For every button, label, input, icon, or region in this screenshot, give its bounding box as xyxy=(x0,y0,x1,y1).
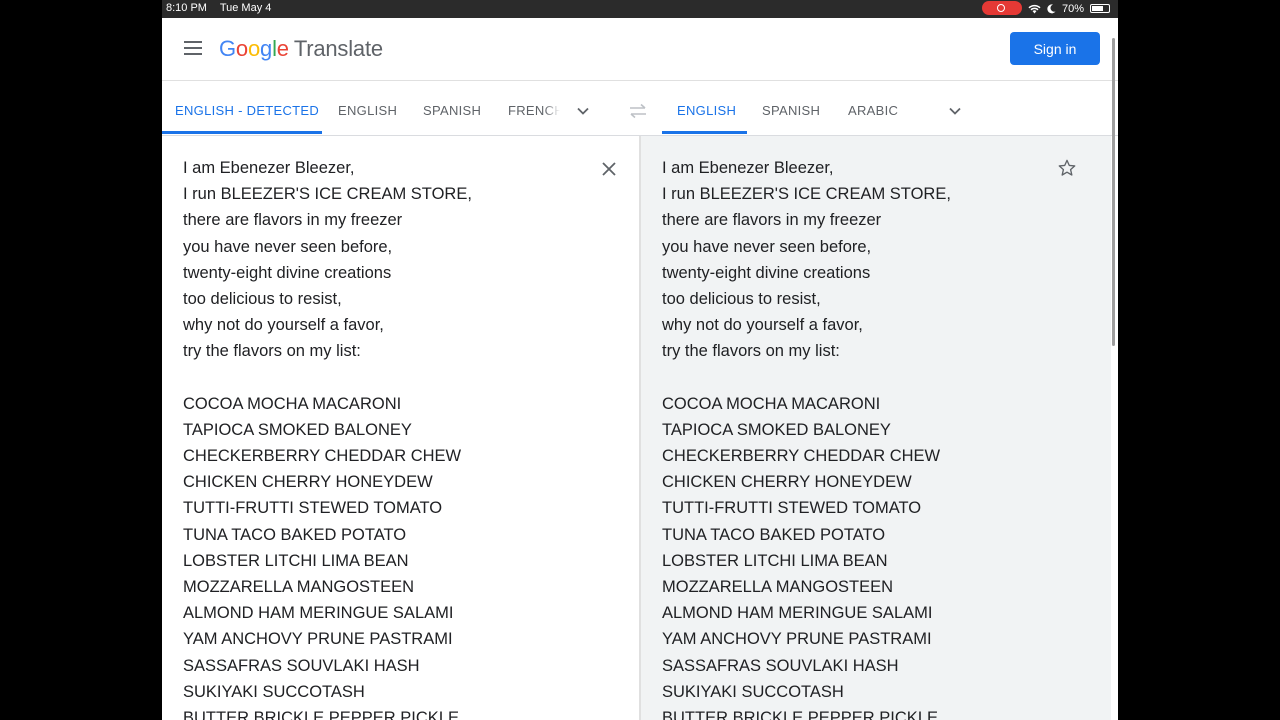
source-text-line: LOBSTER LITCHI LIMA BEAN xyxy=(183,551,409,570)
translated-text-line: TUTTI-FRUTTI STEWED TOMATO xyxy=(662,499,922,518)
status-right: 70% xyxy=(981,1,1110,15)
translated-text: I am Ebenezer Bleezer, I run BLEEZER'S IC… xyxy=(662,155,951,720)
source-text-line: SUKIYAKI SUCCOTASH xyxy=(183,682,365,701)
translated-text-line: BUTTER BRICKLE PEPPER PICKLE xyxy=(662,708,938,720)
source-lang-tab-spanish[interactable]: SPANISH xyxy=(423,89,481,133)
battery-icon xyxy=(1090,4,1110,13)
status-date: Tue May 4 xyxy=(219,2,272,14)
source-text-line: try the flavors on my list: xyxy=(183,342,361,361)
translated-text-line: CHECKERBERRY CHEDDAR CHEW xyxy=(662,447,941,466)
logo-letter: e xyxy=(276,36,289,61)
logo-letter: o xyxy=(247,36,261,61)
status-left: 8:10 PM Tue May 4 xyxy=(166,2,281,14)
source-lang-tab-detected[interactable]: ENGLISH - DETECTED xyxy=(175,89,319,133)
source-lang-tab-english[interactable]: ENGLISH xyxy=(338,89,397,133)
translated-text-line: LOBSTER LITCHI LIMA BEAN xyxy=(662,551,888,570)
screen-record-icon xyxy=(981,1,1022,15)
status-time: 8:10 PM xyxy=(166,2,207,14)
source-text-line: TAPIOCA SMOKED BALONEY xyxy=(183,420,412,439)
translated-text-line: try the flavors on my list: xyxy=(662,342,840,361)
source-text-line: BUTTER BRICKLE PEPPER PICKLE xyxy=(183,708,459,720)
source-lang-tab-french[interactable]: FRENCH xyxy=(508,89,560,133)
translated-text-line: ALMOND HAM MERINGUE SALAMI xyxy=(662,604,933,623)
moon-icon xyxy=(1047,3,1056,13)
source-text-line: you have never seen before, xyxy=(183,237,393,256)
source-text-line: twenty-eight divine creations xyxy=(183,263,392,282)
translate-app: Google Translate Sign in ENGLISH - DETECT… xyxy=(162,18,1118,720)
page-scrollbar[interactable] xyxy=(1112,38,1115,346)
battery-percent: 70% xyxy=(1061,2,1084,15)
source-text-line: TUNA TACO BAKED POTATO xyxy=(183,525,407,544)
hamburger-menu-icon[interactable] xyxy=(184,41,202,55)
logo-letter: g xyxy=(260,36,273,61)
source-text-line: why not do yourself a favor, xyxy=(183,316,384,335)
translated-text-line: COCOA MOCHA MACARONI xyxy=(662,394,881,413)
target-more-languages-chevron-down-icon[interactable] xyxy=(948,104,962,118)
source-text-line: CHICKEN CHERRY HONEYDEW xyxy=(183,473,433,492)
translated-text-line: TUNA TACO BAKED POTATO xyxy=(662,525,886,544)
source-text-line: too delicious to resist, xyxy=(183,289,342,308)
target-lang-tab-arabic[interactable]: ARABIC xyxy=(848,89,898,133)
source-more-languages-chevron-down-icon[interactable] xyxy=(576,104,590,118)
translated-text-line: SUKIYAKI SUCCOTASH xyxy=(662,682,844,701)
source-text-line: CHECKERBERRY CHEDDAR CHEW xyxy=(183,447,462,466)
translated-text-line: twenty-eight divine creations xyxy=(662,263,871,282)
source-tab-indicator xyxy=(162,131,322,134)
translated-text-line: CHICKEN CHERRY HONEYDEW xyxy=(662,473,912,492)
status-bar: 8:10 PM Tue May 4 70% xyxy=(162,0,1118,18)
source-text-area[interactable]: I am Ebenezer Bleezer, I run BLEEZER'S IC… xyxy=(162,136,639,720)
translated-text-line: SASSAFRAS SOUVLAKI HASH xyxy=(662,656,899,675)
source-text-line: MOZZARELLA MANGOSTEEN xyxy=(183,578,415,596)
product-name: Translate xyxy=(293,36,383,61)
swap-languages-icon[interactable] xyxy=(628,103,648,119)
translated-text-line: MOZZARELLA MANGOSTEEN xyxy=(662,578,894,596)
source-text-line: SASSAFRAS SOUVLAKI HASH xyxy=(183,656,420,675)
source-text-line: TUTTI-FRUTTI STEWED TOMATO xyxy=(183,499,443,518)
translated-text-line: too delicious to resist, xyxy=(662,289,821,308)
target-lang-tab-english[interactable]: ENGLISH xyxy=(677,89,736,133)
translation-output-area: I am Ebenezer Bleezer, I run BLEEZER'S IC… xyxy=(641,136,1111,720)
source-text-line: ALMOND HAM MERINGUE SALAMI xyxy=(183,604,454,623)
header: Google Translate Sign in xyxy=(162,18,1118,81)
logo-letter: G xyxy=(219,36,236,61)
translated-text-line: I run BLEEZER'S ICE CREAM STORE, xyxy=(662,185,951,204)
save-translation-star-icon[interactable] xyxy=(1057,158,1077,178)
source-text-line: there are flavors in my freezer xyxy=(183,211,403,230)
source-text-line: COCOA MOCHA MACARONI xyxy=(183,394,402,413)
translated-text-line: TAPIOCA SMOKED BALONEY xyxy=(662,420,891,439)
logo-letter: o xyxy=(235,36,248,61)
sign-in-button[interactable]: Sign in xyxy=(1010,32,1100,65)
translated-text-line: YAM ANCHOVY PRUNE PASTRAMI xyxy=(662,630,932,649)
source-text-line: I am Ebenezer Bleezer, xyxy=(183,159,355,177)
target-tab-indicator xyxy=(662,131,747,134)
translated-text-line: you have never seen before, xyxy=(662,237,872,256)
translated-text-line: I am Ebenezer Bleezer, xyxy=(662,159,834,177)
translated-text-line: there are flavors in my freezer xyxy=(662,211,882,230)
clear-text-close-icon[interactable] xyxy=(600,160,618,178)
translated-text-line: why not do yourself a favor, xyxy=(662,316,863,335)
translated-text-line xyxy=(662,365,951,391)
source-text-line: YAM ANCHOVY PRUNE PASTRAMI xyxy=(183,630,453,649)
target-lang-tab-spanish[interactable]: SPANISH xyxy=(762,89,820,133)
source-text-line xyxy=(183,365,472,391)
source-text[interactable]: I am Ebenezer Bleezer, I run BLEEZER'S IC… xyxy=(183,155,472,720)
wifi-icon xyxy=(1028,4,1041,13)
source-text-line: I run BLEEZER'S ICE CREAM STORE, xyxy=(183,185,472,204)
google-translate-logo[interactable]: Google Translate xyxy=(219,36,383,62)
language-bar: ENGLISH - DETECTED ENGLISH SPANISH FRENC… xyxy=(162,89,1118,136)
